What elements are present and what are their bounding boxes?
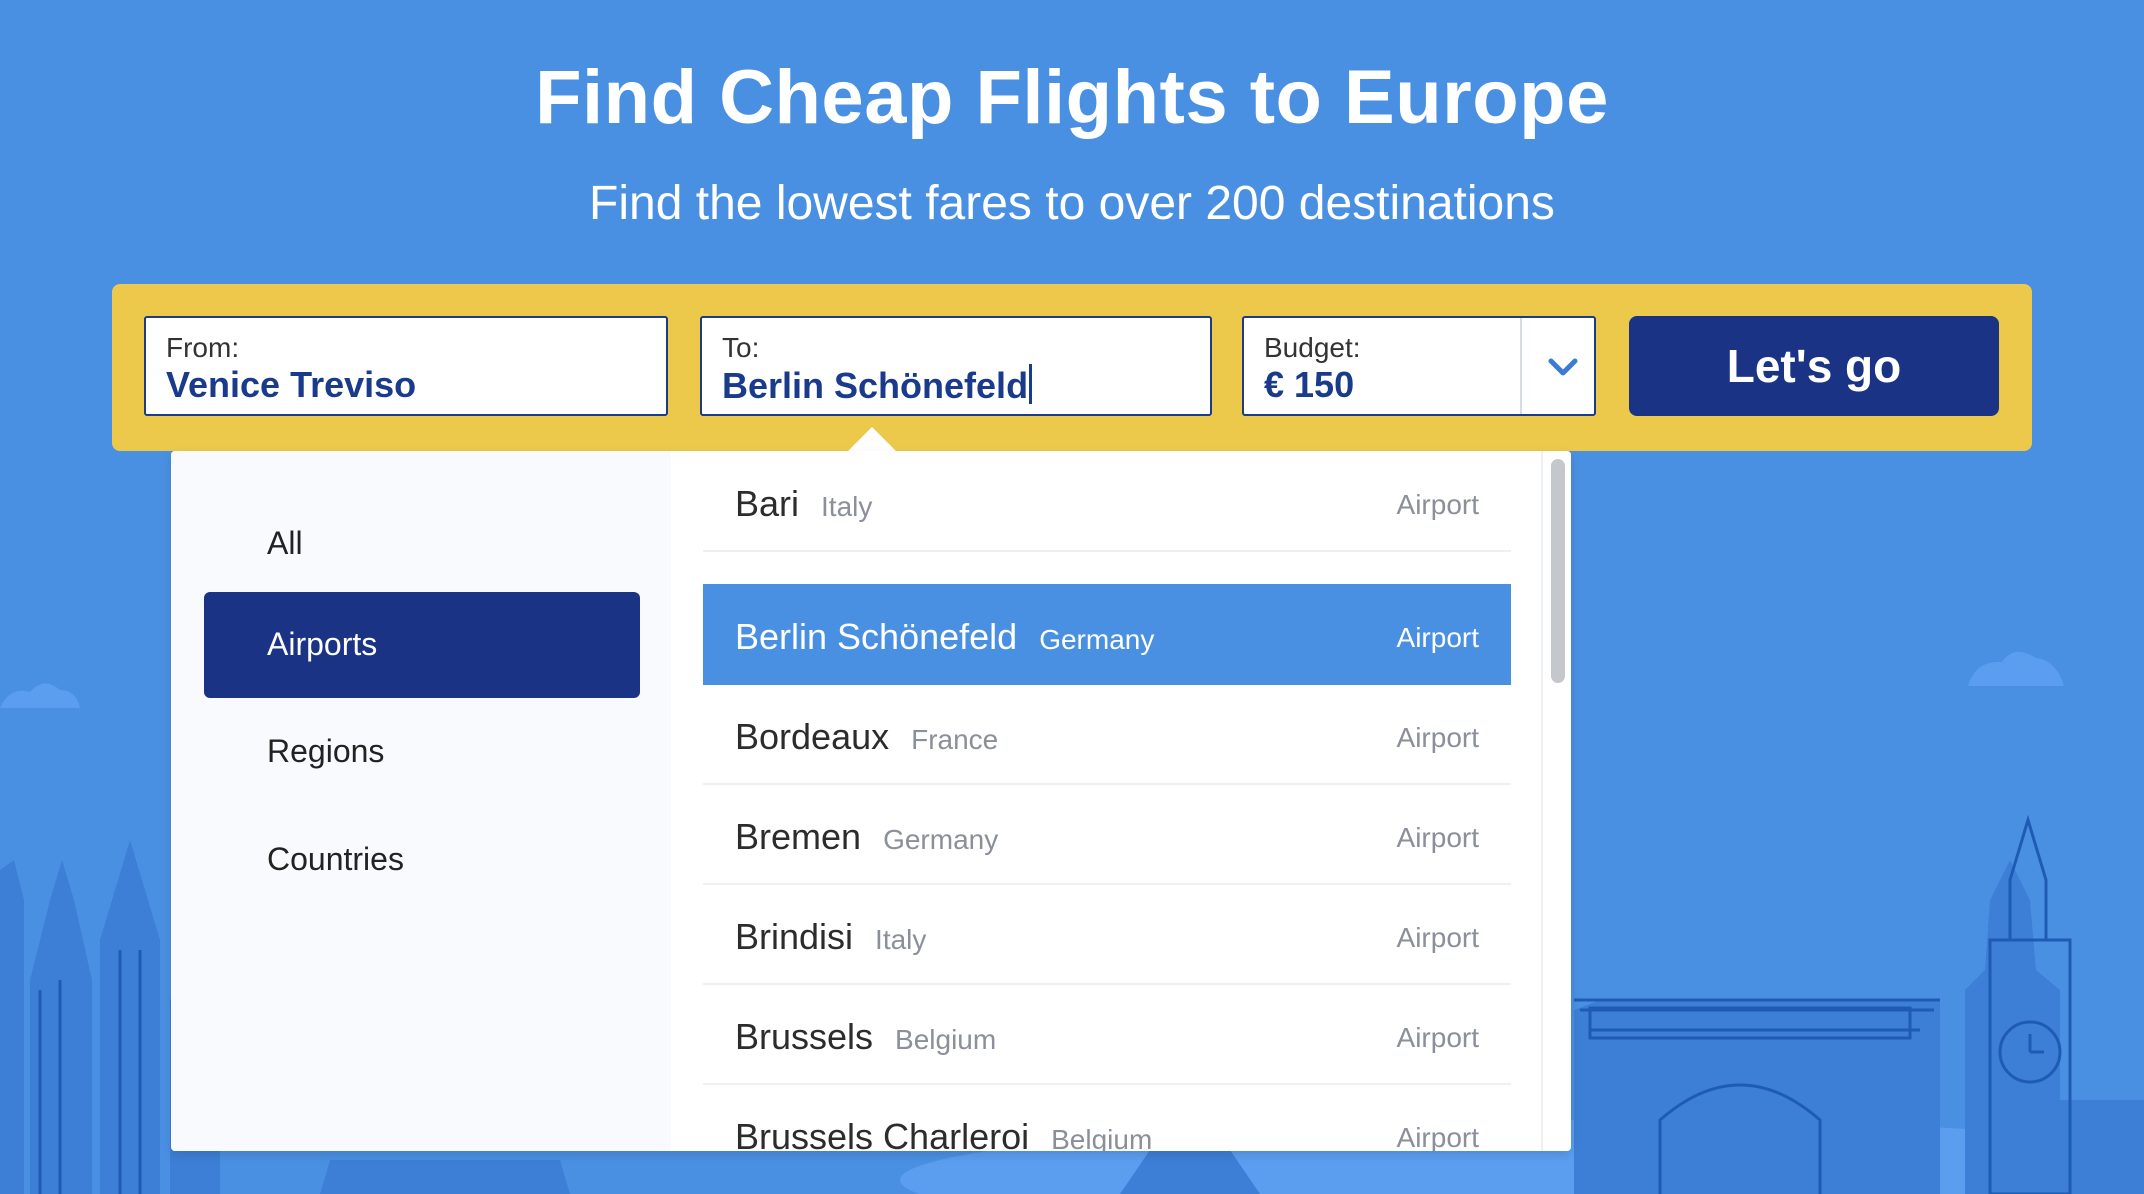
country-name: Belgium <box>1051 1124 1153 1151</box>
from-field[interactable]: From: Venice Treviso <box>144 316 668 416</box>
list-item[interactable]: Bari Italy Airport <box>703 451 1511 552</box>
list-item-highlighted[interactable]: Berlin Schönefeld Germany Airport <box>703 584 1511 685</box>
list-item[interactable]: Brussels Belgium Airport <box>703 984 1511 1085</box>
page-title: Find Cheap Flights to Europe <box>535 55 1609 140</box>
list-item[interactable]: Bremen Germany Airport <box>703 784 1511 885</box>
budget-divider <box>1520 318 1522 414</box>
to-field[interactable]: To: Berlin Schönefeld <box>700 316 1212 416</box>
category-sidebar: All Airports Regions Countries <box>171 451 671 1151</box>
city-name: Berlin Schönefeld <box>735 616 1018 657</box>
category-airports[interactable]: Airports <box>204 592 640 698</box>
budget-select[interactable]: Budget: € 150 <box>1242 316 1596 416</box>
category-label: All <box>267 525 303 561</box>
category-regions[interactable]: Regions <box>204 699 640 805</box>
category-all[interactable]: All <box>204 491 640 597</box>
list-item[interactable]: Bordeaux France Airport <box>703 684 1511 785</box>
result-type: Airport <box>1396 822 1479 853</box>
city-name: Bremen <box>735 816 862 857</box>
country-name: Belgium <box>895 1024 997 1055</box>
from-value[interactable]: Venice Treviso <box>166 364 416 406</box>
result-type: Airport <box>1396 1122 1479 1151</box>
category-label: Airports <box>267 626 378 662</box>
result-type: Airport <box>1396 489 1479 520</box>
scrollbar-thumb[interactable] <box>1551 459 1565 683</box>
city-name: Brussels <box>735 1016 874 1057</box>
list-item[interactable]: Brindisi Italy Airport <box>703 884 1511 985</box>
city-name: Bordeaux <box>735 716 890 757</box>
page-subtitle: Find the lowest fares to over 200 destin… <box>589 177 1555 230</box>
to-label: To: <box>722 332 760 363</box>
text-caret <box>1029 364 1033 404</box>
city-name: Brussels Charleroi <box>735 1116 1030 1151</box>
country-name: Germany <box>883 824 999 855</box>
result-type: Airport <box>1396 922 1479 953</box>
budget-label: Budget: <box>1264 332 1361 363</box>
search-bar: From: Venice Treviso To: Berlin Schönefe… <box>112 284 2032 451</box>
result-type: Airport <box>1396 722 1479 753</box>
result-type: Airport <box>1396 1022 1479 1053</box>
to-value-wrapper[interactable]: Berlin Schönefeld <box>722 364 1033 407</box>
city-name: Brindisi <box>735 916 854 957</box>
category-label: Regions <box>267 733 385 769</box>
from-label: From: <box>166 332 240 363</box>
to-value[interactable]: Berlin Schönefeld <box>722 365 1028 406</box>
country-name: Italy <box>821 491 873 522</box>
list-item[interactable]: Brussels Charleroi Belgium Airport <box>703 1084 1511 1151</box>
destination-dropdown: All Airports Regions Countries Bari Italy… <box>171 451 1571 1151</box>
country-name: Italy <box>875 924 927 955</box>
results-list: Bari Italy Airport Berlin Schönefeld Germa… <box>703 451 1511 1151</box>
category-countries[interactable]: Countries <box>204 807 640 913</box>
budget-value[interactable]: € 150 <box>1264 364 1354 406</box>
country-name: France <box>911 724 999 755</box>
country-name: Germany <box>1039 624 1155 655</box>
result-type: Airport <box>1396 622 1479 653</box>
lets-go-button[interactable]: Let's go <box>1629 316 1999 416</box>
category-label: Countries <box>267 841 404 877</box>
city-name: Bari <box>735 483 800 524</box>
chevron-down-icon[interactable] <box>1544 348 1582 386</box>
dropdown-pointer <box>848 427 896 451</box>
